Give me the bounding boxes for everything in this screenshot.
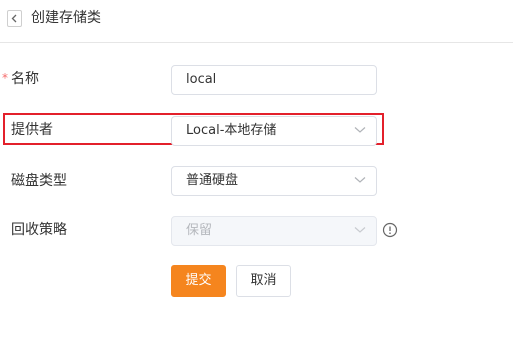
provider-label: 提供者 [11, 122, 53, 138]
provider-select[interactable]: Local-本地存储 [171, 116, 377, 146]
required-mark: * [2, 71, 8, 85]
back-button[interactable] [7, 10, 22, 27]
chevron-down-icon [354, 177, 366, 183]
name-input[interactable]: local [171, 65, 377, 95]
page-header: 创建存储类 [0, 0, 513, 43]
disk-type-select[interactable]: 普通硬盘 [171, 166, 377, 196]
submit-button[interactable]: 提交 [171, 265, 226, 297]
page-title: 创建存储类 [31, 10, 101, 26]
reclaim-policy-select-value: 保留 [186, 223, 213, 238]
chevron-left-icon [11, 14, 17, 23]
reclaim-policy-select: 保留 [171, 216, 377, 246]
disk-type-select-value: 普通硬盘 [186, 173, 239, 188]
info-icon[interactable] [382, 222, 398, 238]
disk-type-label: 磁盘类型 [11, 173, 67, 189]
chevron-down-icon [354, 227, 366, 233]
name-input-value: local [186, 72, 217, 87]
cancel-button[interactable]: 取消 [236, 265, 291, 297]
name-label: 名称 [11, 71, 39, 87]
chevron-down-icon [354, 127, 366, 133]
provider-select-value: Local-本地存储 [186, 123, 277, 138]
reclaim-policy-label: 回收策略 [11, 222, 67, 238]
